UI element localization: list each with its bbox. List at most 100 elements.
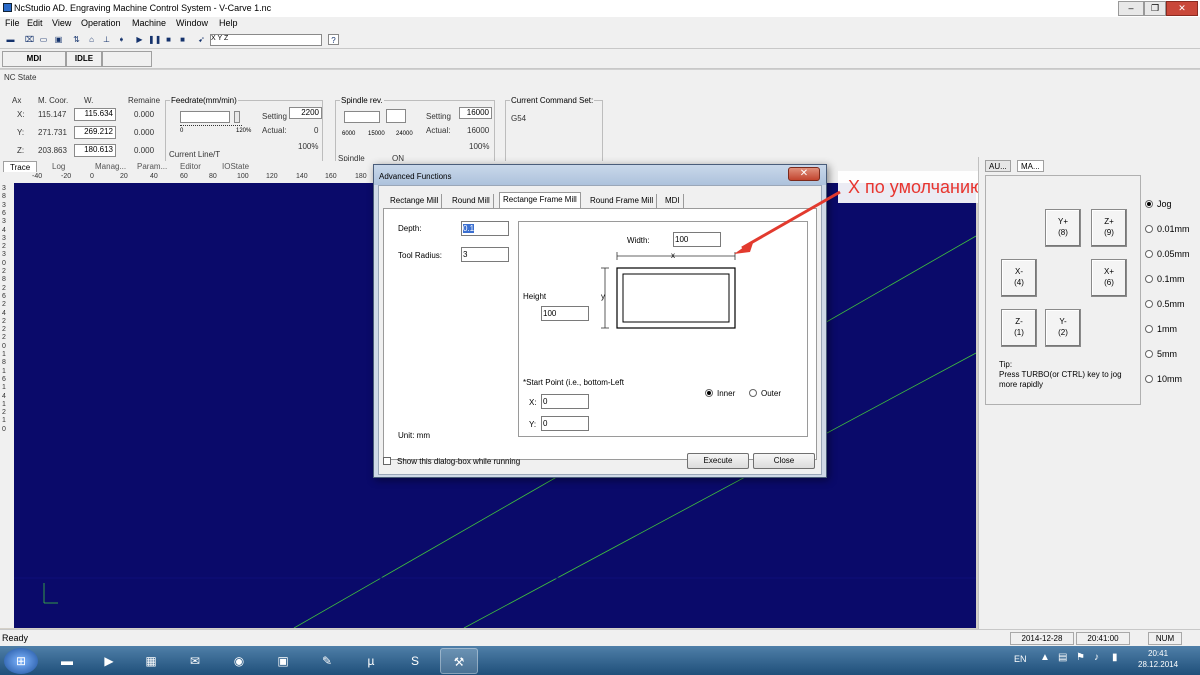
spindle-setting-field[interactable]: 16000	[459, 107, 492, 119]
tab-rectangle-frame-mill[interactable]: Rectange Frame Mill	[499, 192, 581, 208]
height-input[interactable]: 100	[541, 306, 589, 321]
help-icon[interactable]: ?	[328, 34, 339, 45]
volume-icon[interactable]: ♪	[1094, 652, 1099, 663]
save-disk-icon[interactable]: ▣	[264, 648, 302, 674]
depth-input[interactable]: 0.1	[461, 221, 509, 236]
pause-icon[interactable]: ❚❚	[148, 34, 161, 45]
thunderbird-icon[interactable]: ✉	[176, 648, 214, 674]
feedrate-setting-field[interactable]: 2200	[289, 107, 322, 119]
vruler-label: 1	[2, 351, 6, 358]
goto-zero-icon[interactable]: ⊥	[101, 34, 112, 45]
spindle-slider[interactable]	[344, 111, 380, 123]
spindle-slider-thumb[interactable]	[386, 109, 406, 123]
language-indicator[interactable]: EN	[1014, 654, 1027, 664]
tab-trace[interactable]: Trace	[3, 161, 38, 172]
axis-icon[interactable]: ⇅	[71, 34, 82, 45]
step-0.5mm-radio[interactable]: 0.5mm	[1145, 299, 1185, 309]
start-y-input[interactable]: 0	[541, 416, 589, 431]
jog-z-plus-button[interactable]: Z+ (9)	[1091, 209, 1127, 247]
feedrate-slider[interactable]	[180, 111, 230, 123]
jog-z-minus-button[interactable]: Z- (1)	[1001, 309, 1037, 347]
coordinate-input[interactable]: X Y Z	[210, 34, 322, 46]
simulate-icon[interactable]: ⌧	[24, 34, 35, 45]
tab-log[interactable]: Log	[52, 161, 65, 172]
menu-view[interactable]: View	[52, 18, 71, 28]
tab-iostate[interactable]: IOState	[222, 161, 249, 172]
outer-radio[interactable]: Outer	[749, 388, 781, 398]
step-0.01mm-radio[interactable]: 0.01mm	[1145, 224, 1190, 234]
open-icon[interactable]: ▬	[5, 34, 16, 45]
show-dialog-checkbox[interactable]	[383, 457, 391, 465]
tab-manual[interactable]: MA...	[1017, 160, 1044, 172]
jog-y-minus-button[interactable]: Y- (2)	[1045, 309, 1081, 347]
tab-manager[interactable]: Manag...	[95, 161, 126, 172]
start-button[interactable]: ⊞	[4, 648, 38, 674]
tab-auto[interactable]: AU...	[985, 160, 1011, 172]
jog-x-plus-button[interactable]: X+ (6)	[1091, 259, 1127, 297]
diagram-y-label: y	[601, 292, 605, 301]
z-mcoor: 203.863	[38, 146, 67, 155]
step-10mm-radio[interactable]: 10mm	[1145, 374, 1182, 384]
menu-edit[interactable]: Edit	[27, 18, 43, 28]
inner-radio[interactable]: Inner	[705, 388, 735, 398]
menu-operation[interactable]: Operation	[81, 18, 121, 28]
step-jog-radio[interactable]: Jog	[1145, 199, 1172, 209]
network-icon[interactable]: ▤	[1058, 652, 1067, 663]
step-5mm-radio[interactable]: 5mm	[1145, 349, 1177, 359]
execute-button[interactable]: Execute	[687, 453, 749, 469]
tray-expand-icon[interactable]: ▲	[1040, 652, 1050, 663]
clock-time[interactable]: 20:41	[1148, 649, 1168, 658]
power-icon[interactable]: ▮	[1112, 652, 1118, 663]
height-label: Height	[523, 292, 547, 301]
home-icon[interactable]: ⌂	[86, 34, 97, 45]
close-button[interactable]: Close	[753, 453, 815, 469]
jog-x-minus-button[interactable]: X- (4)	[1001, 259, 1037, 297]
step-1mm-radio[interactable]: 1mm	[1145, 324, 1177, 334]
vruler-label: 2	[2, 409, 6, 417]
spindle-tick-mid: 15000	[368, 131, 385, 137]
tab-round-frame-mill[interactable]: Round Frame Mill	[587, 194, 658, 208]
start-icon[interactable]: ▶	[134, 34, 145, 45]
chrome-icon[interactable]: ◉	[220, 648, 258, 674]
menu-help[interactable]: Help	[219, 18, 238, 28]
minimize-button[interactable]: –	[1118, 1, 1144, 16]
stop2-icon[interactable]: ■	[177, 34, 188, 45]
tab-editor[interactable]: Editor	[180, 161, 201, 172]
close-window-button[interactable]: ✕	[1166, 1, 1198, 16]
vruler-label: 6	[2, 209, 6, 217]
step-0.1mm-radio[interactable]: 0.1mm	[1145, 274, 1185, 284]
clock-date[interactable]: 28.12.2014	[1138, 660, 1178, 669]
flag-icon[interactable]: ⚑	[1076, 652, 1085, 663]
skype-icon[interactable]: S	[396, 648, 434, 674]
window-icon[interactable]: ▭	[38, 34, 49, 45]
spindle-tick-high: 24000	[396, 131, 413, 137]
spindle-actual-label: Actual:	[426, 126, 451, 135]
dialog-close-icon[interactable]: ✕	[788, 167, 820, 181]
jog-y-plus-button[interactable]: Y+ (8)	[1045, 209, 1081, 247]
utorrent-icon[interactable]: µ	[352, 648, 390, 674]
media-player-icon[interactable]: ▶	[90, 648, 128, 674]
tab-param[interactable]: Param...	[137, 161, 167, 172]
tab-rectangle-mill[interactable]: Rectange Mill	[387, 194, 443, 208]
feedrate-slider-thumb[interactable]	[234, 111, 240, 123]
tool-radius-input[interactable]: 3	[461, 247, 509, 262]
maximize-button[interactable]: ❐	[1144, 1, 1166, 16]
breakpoint-icon[interactable]: ➹	[196, 34, 207, 45]
vruler-label: 1	[2, 367, 6, 375]
monitor-icon[interactable]: ▣	[53, 34, 64, 45]
annotation-arrow	[734, 190, 841, 254]
ruler-tick: -40	[32, 173, 43, 180]
menu-file[interactable]: File	[5, 18, 20, 28]
tab-mdi[interactable]: MDI	[662, 194, 684, 208]
start-x-input[interactable]: 0	[541, 394, 589, 409]
menu-machine[interactable]: Machine	[132, 18, 166, 28]
menu-window[interactable]: Window	[176, 18, 208, 28]
pen-tool-icon[interactable]: ✎	[308, 648, 346, 674]
ncstudio-taskbar-icon[interactable]: ⚒	[440, 648, 478, 674]
explorer-icon[interactable]: ▬	[48, 648, 86, 674]
step-icon[interactable]: ➧	[116, 34, 127, 45]
tab-round-mill[interactable]: Round Mill	[449, 194, 494, 208]
step-0.05mm-radio[interactable]: 0.05mm	[1145, 249, 1190, 259]
calculator-icon[interactable]: ▦	[132, 648, 170, 674]
stop-icon[interactable]: ■	[163, 34, 174, 45]
